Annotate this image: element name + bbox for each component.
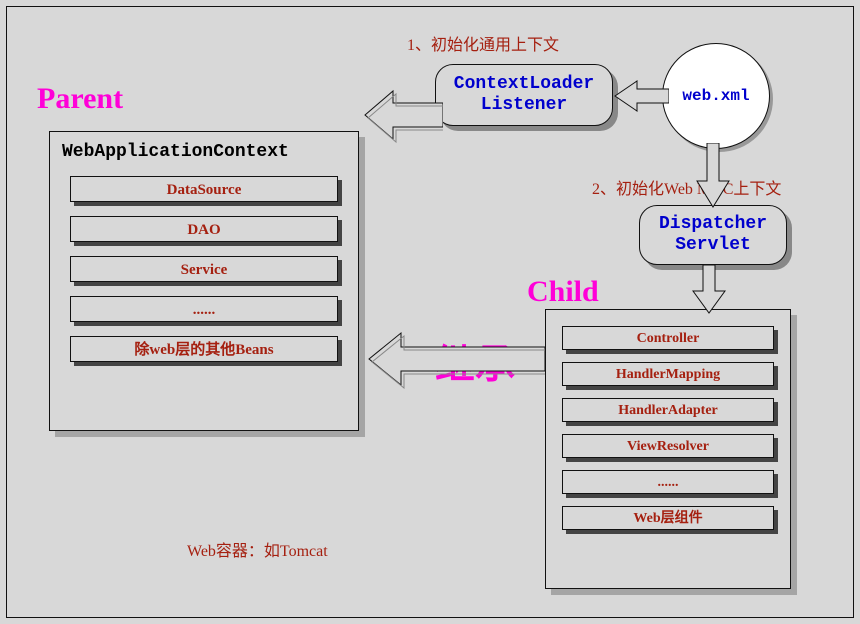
annotation-tomcat: Web容器：如Tomcat xyxy=(187,537,328,561)
dispatcher-label-l1: Dispatcher xyxy=(659,214,767,235)
dispatcher-label-l2: Servlet xyxy=(675,235,751,256)
child-context-box: Controller HandlerMapping HandlerAdapter… xyxy=(545,309,791,589)
parent-item: ...... xyxy=(70,296,338,322)
child-item: HandlerAdapter xyxy=(562,398,774,422)
annotation-step1: 1、初始化通用上下文 xyxy=(407,31,559,55)
dispatcher-servlet-node: Dispatcher Servlet xyxy=(639,205,787,265)
web-xml-node: web.xml xyxy=(662,43,770,149)
child-item: Web层组件 xyxy=(562,506,774,530)
arrow-dispatcher-to-child xyxy=(689,265,729,315)
parent-context-box: WebApplicationContext DataSource DAO Ser… xyxy=(49,131,359,431)
parent-title: Parent xyxy=(37,82,123,116)
annotation-step2: 2、初始化Web MVC上下文 xyxy=(592,175,781,199)
child-item: ...... xyxy=(562,470,774,494)
child-item: ViewResolver xyxy=(562,434,774,458)
child-title: Child xyxy=(527,275,599,309)
child-item: HandlerMapping xyxy=(562,362,774,386)
parent-item: 除web层的其他Beans xyxy=(70,336,338,362)
context-loader-listener-node: ContextLoader Listener xyxy=(435,64,613,126)
arrow-webxml-to-listener xyxy=(613,77,669,115)
child-item: Controller xyxy=(562,326,774,350)
arrow-webxml-to-dispatcher xyxy=(693,143,733,209)
diagram-canvas: Parent WebApplicationContext DataSource … xyxy=(6,6,854,618)
listener-label-l1: ContextLoader xyxy=(454,74,594,95)
parent-item: Service xyxy=(70,256,338,282)
web-xml-label: web.xml xyxy=(682,87,749,105)
parent-item: DataSource xyxy=(70,176,338,202)
arrow-listener-to-parent xyxy=(363,85,443,145)
arrow-inherit xyxy=(367,329,545,389)
parent-item: DAO xyxy=(70,216,338,242)
parent-context-title: WebApplicationContext xyxy=(62,142,346,162)
listener-label-l2: Listener xyxy=(481,95,567,116)
